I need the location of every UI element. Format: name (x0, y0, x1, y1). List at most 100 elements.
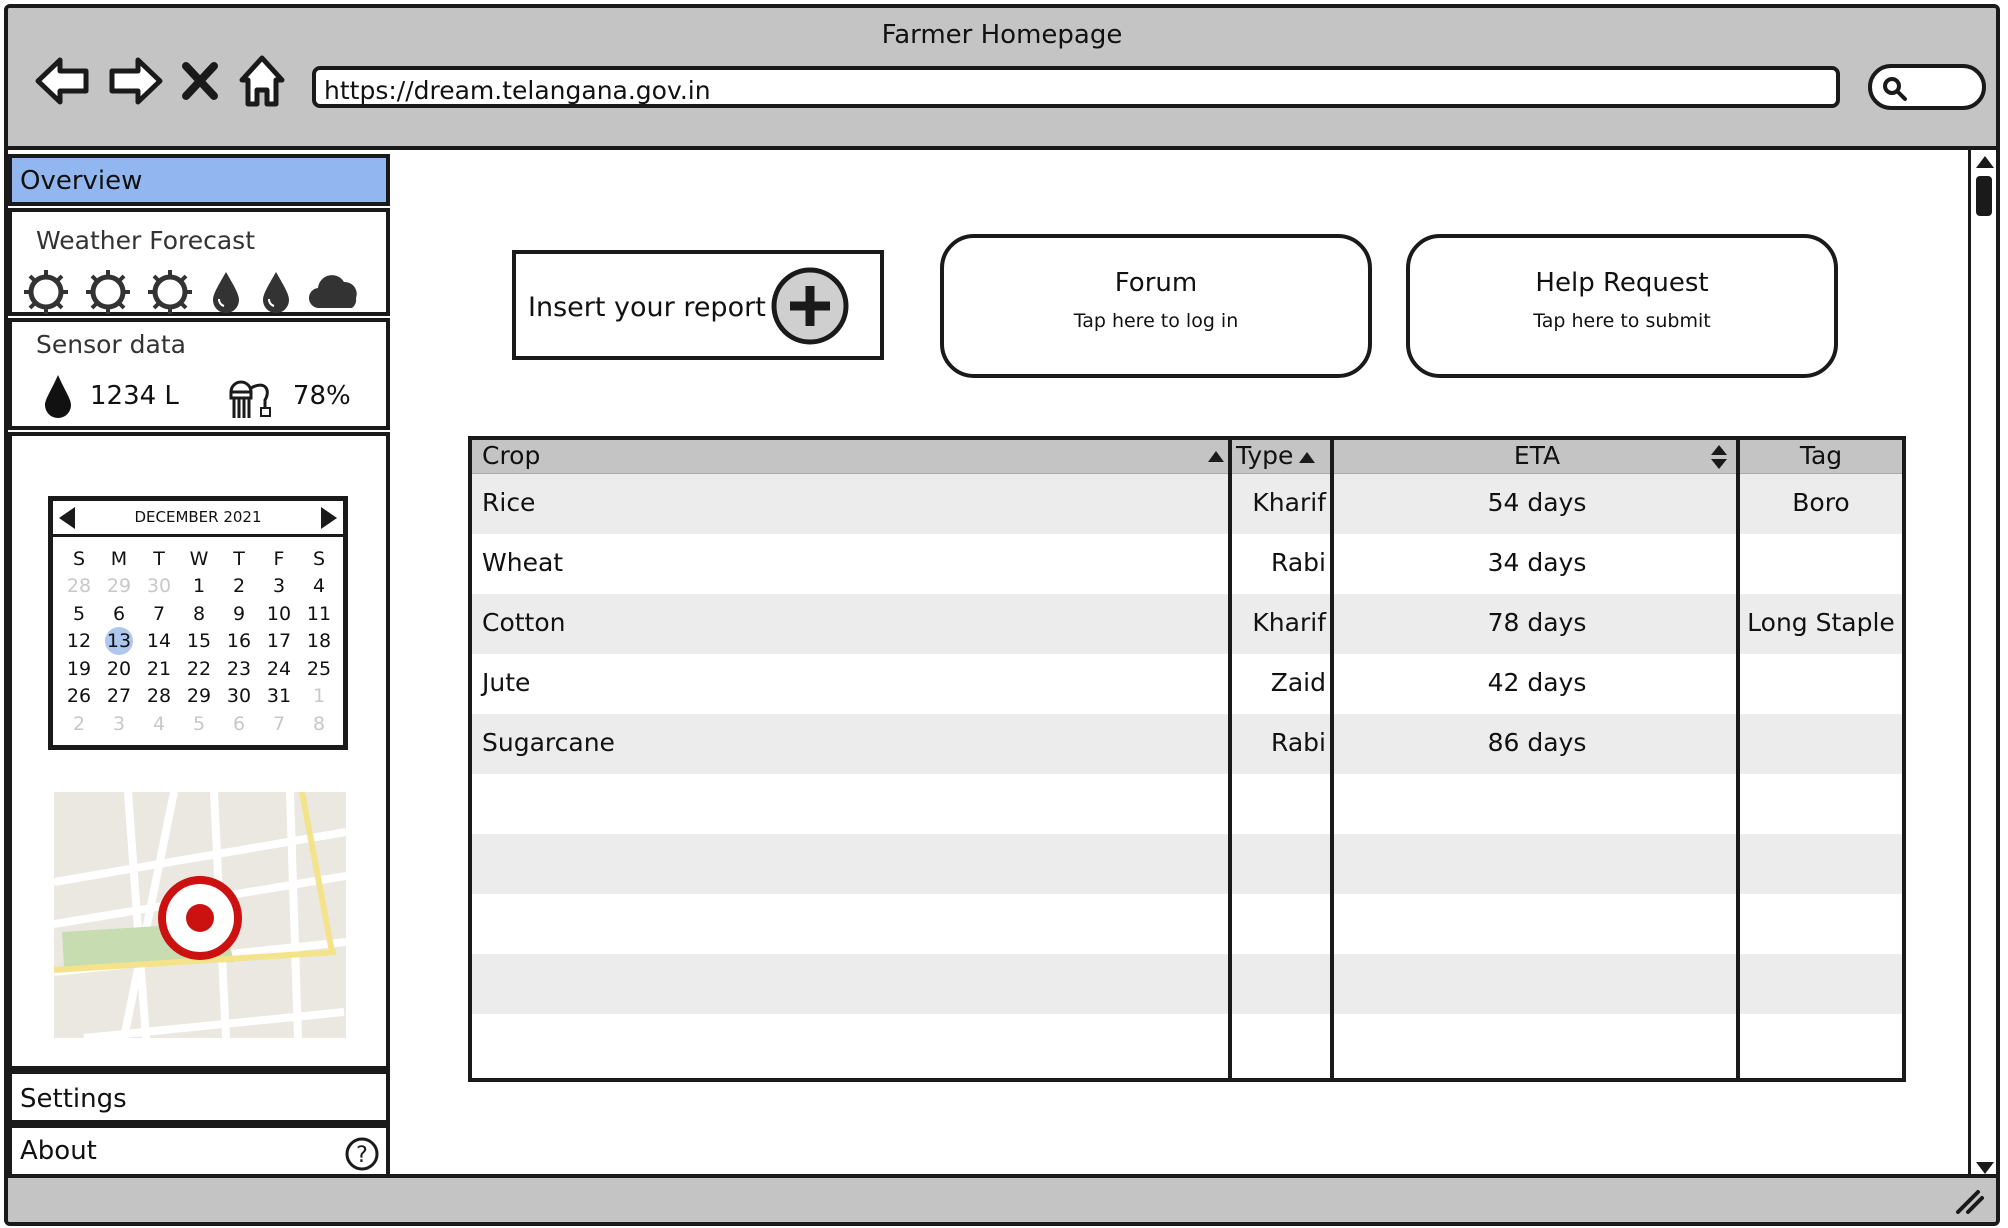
column-header-crop[interactable]: Crop (472, 440, 1232, 474)
cell-type: Rabi (1271, 728, 1326, 757)
calendar-day[interactable]: 21 (139, 658, 179, 680)
calendar-day[interactable]: 17 (259, 630, 299, 652)
browser-toolbar: Farmer Homepage https://dream.telangana.… (8, 8, 1996, 150)
vertical-scrollbar[interactable] (1968, 150, 1996, 1180)
calendar-day[interactable]: 3 (99, 713, 139, 735)
help-icon[interactable]: ? (344, 1136, 380, 1172)
back-arrow-icon[interactable] (34, 52, 92, 110)
map-image (54, 792, 346, 1038)
calendar-day[interactable]: 23 (219, 658, 259, 680)
sun-icon (86, 270, 130, 314)
address-bar[interactable]: https://dream.telangana.gov.in (312, 66, 1840, 108)
calendar-day[interactable]: 5 (179, 713, 219, 735)
home-icon[interactable] (236, 52, 288, 110)
cell-type: Zaid (1270, 668, 1326, 697)
calendar-day[interactable]: 4 (139, 713, 179, 735)
calendar-day[interactable]: 12 (59, 630, 99, 652)
calendar-day[interactable]: 25 (299, 658, 339, 680)
resize-grip-icon[interactable] (1954, 1188, 1984, 1214)
calendar-day[interactable]: 2 (219, 575, 259, 597)
forum-subtitle: Tap here to log in (1073, 310, 1239, 332)
calendar-day[interactable]: 29 (179, 685, 219, 707)
sidebar-item-overview[interactable]: Overview (8, 154, 390, 206)
calendar-day[interactable]: 2 (59, 713, 99, 735)
calendar-day[interactable]: 29 (99, 575, 139, 597)
help-request-subtitle: Tap here to submit (1533, 310, 1711, 332)
calendar-day[interactable]: 3 (259, 575, 299, 597)
calendar-next-month-icon[interactable] (321, 507, 337, 529)
forum-button[interactable]: Forum Tap here to log in (940, 234, 1372, 378)
scroll-down-icon[interactable] (1976, 1162, 1994, 1174)
calendar-day[interactable]: 20 (99, 658, 139, 680)
calendar-day[interactable]: 1 (179, 575, 219, 597)
calendar-day[interactable]: 4 (299, 575, 339, 597)
empty-row (472, 774, 1902, 834)
calendar-day[interactable]: 6 (219, 713, 259, 735)
calendar-day[interactable]: 8 (179, 603, 219, 625)
calendar-day[interactable]: 14 (139, 630, 179, 652)
calendar-day[interactable]: 7 (139, 603, 179, 625)
calendar-weekday: W (189, 547, 209, 570)
location-map[interactable] (54, 792, 346, 1038)
table-row[interactable]: Rice Kharif 54 days Boro (472, 474, 1902, 534)
cell-type: Rabi (1271, 548, 1326, 577)
calendar-day[interactable]: 22 (179, 658, 219, 680)
calendar-day[interactable]: 15 (179, 630, 219, 652)
weather-forecast-panel: Weather Forecast (8, 208, 390, 316)
forward-arrow-icon[interactable] (106, 52, 164, 110)
cell-tag: Boro (1792, 488, 1850, 517)
column-header-type[interactable]: Type (1232, 440, 1334, 474)
help-request-button[interactable]: Help Request Tap here to submit (1406, 234, 1838, 378)
column-header-type-label: Type (1236, 441, 1294, 470)
svg-text:?: ? (356, 1143, 368, 1168)
raindrop-icon (213, 272, 239, 313)
calendar-day[interactable]: 5 (59, 603, 99, 625)
calendar-day[interactable]: 28 (59, 575, 99, 597)
table-header: Crop Type ETA Tag (472, 440, 1902, 474)
table-row[interactable]: Cotton Kharif 78 days Long Staple (472, 594, 1902, 654)
browser-search-field[interactable] (1868, 64, 1986, 110)
sensor-data-label: Sensor data (36, 330, 186, 359)
empty-row (472, 954, 1902, 1014)
sidebar-item-settings[interactable]: Settings (8, 1070, 390, 1124)
column-header-eta[interactable]: ETA (1334, 440, 1740, 474)
table-row[interactable]: Sugarcane Rabi 86 days (472, 714, 1902, 774)
calendar-widget[interactable]: DECEMBER 2021 S M T W T F S 28 29 30 1 2… (48, 496, 348, 750)
sun-icon (24, 270, 68, 314)
status-bar (8, 1174, 1996, 1222)
calendar-day[interactable]: 31 (259, 685, 299, 707)
window-title: Farmer Homepage (881, 20, 1123, 50)
calendar-day[interactable]: 8 (299, 713, 339, 735)
scroll-thumb[interactable] (1976, 176, 1992, 216)
calendar-day-selected[interactable]: 13 (99, 627, 139, 656)
calendar-day[interactable]: 19 (59, 658, 99, 680)
scroll-up-icon[interactable] (1976, 156, 1994, 168)
raindrop-icon (263, 272, 289, 313)
calendar-day[interactable]: 6 (99, 603, 139, 625)
table-row[interactable]: Wheat Rabi 34 days (472, 534, 1902, 594)
calendar-day[interactable]: 9 (219, 603, 259, 625)
calendar-day[interactable]: 16 (219, 630, 259, 652)
calendar-day[interactable]: 28 (139, 685, 179, 707)
cell-crop: Rice (482, 488, 536, 517)
calendar-day[interactable]: 24 (259, 658, 299, 680)
calendar-day[interactable]: 18 (299, 630, 339, 652)
calendar-day[interactable]: 27 (99, 685, 139, 707)
column-divider (1736, 440, 1740, 1078)
column-header-tag[interactable]: Tag (1740, 440, 1902, 474)
sidebar-item-about[interactable]: About ? (8, 1124, 390, 1178)
calendar-prev-month-icon[interactable] (59, 507, 75, 529)
calendar-day[interactable]: 1 (299, 685, 339, 707)
insert-report-button[interactable]: Insert your report (512, 250, 884, 360)
table-row[interactable]: Jute Zaid 42 days (472, 654, 1902, 714)
calendar-day[interactable]: 30 (139, 575, 179, 597)
calendar-day[interactable]: 7 (259, 713, 299, 735)
stop-icon[interactable] (178, 52, 222, 110)
calendar-day[interactable]: 11 (299, 603, 339, 625)
help-request-title: Help Request (1535, 268, 1709, 298)
calendar-day[interactable]: 26 (59, 685, 99, 707)
calendar-day[interactable]: 10 (259, 603, 299, 625)
cell-tag: Long Staple (1747, 608, 1895, 637)
calendar-day[interactable]: 30 (219, 685, 259, 707)
column-header-crop-label: Crop (482, 441, 541, 470)
